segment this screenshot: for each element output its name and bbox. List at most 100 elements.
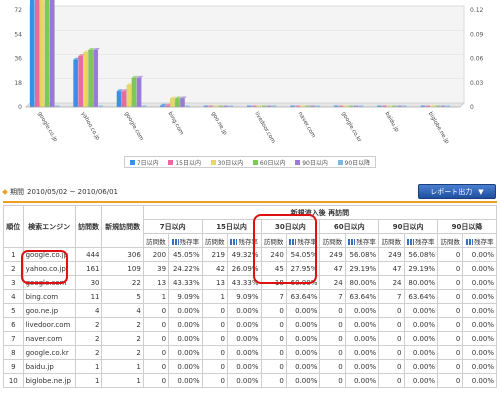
bar [29,0,35,108]
legend-item[interactable]: 30日以内 [210,158,243,167]
table-row[interactable]: 5 goo.ne.jp 4 4 0 0.00% 0 0.00% 0 0.00% 0 0.00% 0 0.0… [3,303,497,318]
period-rate-cell: 0.00% [168,359,203,374]
report-export-button[interactable]: レポート出力 ▼ [418,184,496,199]
y-tick-label: 72 [14,7,22,14]
period-visits-cell: 0 [437,303,464,318]
period-rate-cell: 0.00% [462,261,497,276]
y-tick-label: 36 [14,56,22,63]
period-rate-cell: 0.00% [344,373,380,388]
period-visits-cell: 13 [201,275,228,290]
y-tick-label: 18 [14,80,22,87]
period-visits-cell: 0 [378,303,405,318]
table-row[interactable]: 4 bing.com 11 5 1 9.09% 1 9.09% 7 63.64% 7 63.64% 7 6… [3,289,497,304]
rank-cell: 8 [3,345,24,360]
table-row[interactable]: 1 google.co.jp 444 306 200 45.05% 219 49.32% 240… [3,247,497,262]
period-visits-cell: 0 [378,373,405,388]
table-row[interactable]: 10 biglobe.ne.jp 1 1 0 0.00% 0 0.00% 0 0.00% 0 0.00… [3,373,497,388]
legend-item[interactable]: 90日以降 [337,158,371,167]
period-visits-cell: 0 [142,359,170,374]
period-visits-cell: 0 [437,275,464,290]
legend-item[interactable]: 7日以内 [129,158,159,167]
period-visits-cell: 13 [142,275,170,290]
visits-cell: 444 [74,247,103,262]
new-visits-cell: 4 [101,303,144,318]
table-row[interactable]: 8 google.co.kr 2 2 0 0.00% 0 0.00% 0 0.00% 0 0.00% 0… [3,345,497,360]
period-rate-cell: 0.00% [285,359,321,374]
period-rate-cell: 0.00% [168,303,203,318]
bar [180,98,185,108]
header-sub-visits: 訪問数 [319,233,346,248]
header-sub-visits: 訪問数 [201,233,228,248]
period-visits-cell: 0 [319,331,346,346]
bar [88,49,94,108]
period-visits-cell: 0 [260,373,287,388]
header-sub-rate: 残存率 [168,233,203,248]
period-visits-cell: 0 [437,289,464,304]
header-sub-rate: 残存率 [344,233,380,248]
period-visits-cell: 0 [437,331,464,346]
period-visits-cell: 1 [201,289,228,304]
rate-label: 残存率 [415,237,435,246]
bar [39,0,45,108]
bar [73,59,79,108]
rank-cell: 10 [3,373,24,388]
engine-cell: naver.com [22,331,76,346]
header-period: 90日以内 [378,219,439,234]
table-row[interactable]: 9 baidu.jp 1 1 0 0.00% 0 0.00% 0 0.00% 0 0.00% 0 0.00… [3,359,497,374]
period-rate-cell: 0.00% [344,359,380,374]
period-rate-cell: 80.00% [403,275,439,290]
rank-cell: 9 [3,359,24,374]
period-visits-cell: 0 [260,331,287,346]
x-tick-label: google.co.jp [36,111,58,143]
period-visits-cell: 0 [260,303,287,318]
visits-cell: 161 [74,261,103,276]
period-rate-cell: 0.00% [226,359,262,374]
table-row[interactable]: 2 yahoo.co.jp 161 109 39 24.22% 42 26.09% 45 27.9… [3,261,497,276]
period-rate-cell: 56.08% [344,247,380,262]
period-visits-cell: 219 [201,247,228,262]
x-tick-label: google.com [123,111,144,142]
period-visits-cell: 0 [201,303,228,318]
bar [49,0,55,108]
bar [93,49,99,108]
period-visits-cell: 0 [142,303,170,318]
period-visits-cell: 24 [319,275,346,290]
legend-label: 90日以内 [302,159,328,167]
legend-item[interactable]: 90日以内 [295,158,328,167]
bar [83,52,89,108]
table-row[interactable]: 3 google.com 30 22 13 43.33% 13 43.33% 18 60.00% 2… [3,275,497,290]
rate-icon [348,238,356,245]
period-rate-cell: 0.00% [462,359,497,374]
period-visits-cell: 0 [378,345,405,360]
legend-item[interactable]: 15日以内 [168,158,201,167]
table-row[interactable]: 7 naver.com 2 2 0 0.00% 0 0.00% 0 0.00% 0 0.00% 0 0.0… [3,331,497,346]
legend-label: 90日以降 [344,159,371,167]
period-rate-cell: 0.00% [403,345,439,360]
period-rate-cell: 0.00% [462,331,497,346]
period-visits-cell: 0 [437,345,464,360]
period-visits-cell: 39 [142,261,170,276]
table-row[interactable]: 6 livedoor.com 2 2 0 0.00% 0 0.00% 0 0.00% 0 0.00% 0… [3,317,497,332]
new-visits-cell: 1 [101,359,144,374]
legend-item[interactable]: 60日以内 [252,158,286,167]
x-tick-label: bing.com [166,111,184,136]
period-rate-cell: 0.00% [462,275,497,290]
period-rate-cell: 56.08% [403,247,439,262]
header-visits: 訪問数 [74,205,103,248]
engine-cell: biglobe.ne.jp [22,373,76,388]
engine-cell: google.co.kr [22,345,76,360]
highlight-circle-30days [253,214,317,284]
period-rate-cell: 0.00% [344,317,380,332]
period-visits-cell: 0 [201,317,228,332]
period-visits-cell: 0 [201,373,228,388]
period-visits-cell: 0 [142,317,170,332]
rank-cell: 7 [3,331,24,346]
header-rank: 順位 [3,205,24,248]
legend-label: 15日以内 [175,159,201,167]
bar [175,98,180,108]
period-visits-cell: 0 [437,373,464,388]
period-visits-cell: 0 [437,247,464,262]
bar [131,77,137,108]
period-range: 2010/05/02 ~ 2010/06/01 [27,188,119,196]
period-rate-cell: 29.19% [344,261,380,276]
